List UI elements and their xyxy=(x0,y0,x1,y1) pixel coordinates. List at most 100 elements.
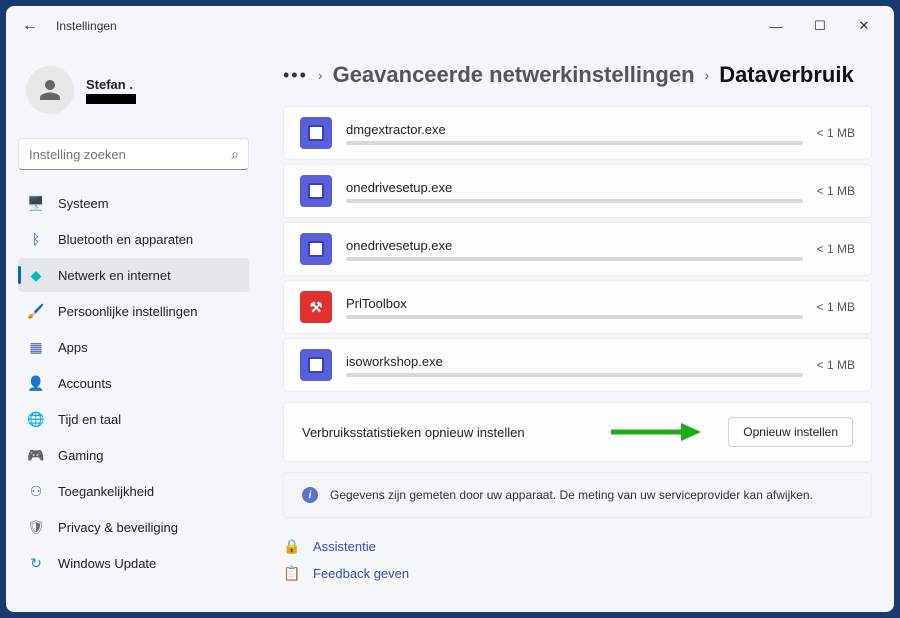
feedback-link[interactable]: 📋 Feedback geven xyxy=(283,565,872,582)
breadcrumb-parent[interactable]: Geavanceerde netwerkinstellingen xyxy=(333,62,695,88)
titlebar: ← Instellingen — ☐ ✕ xyxy=(6,6,894,46)
nav-icon: ◆ xyxy=(28,267,44,283)
nav-label: Toegankelijkheid xyxy=(58,484,154,499)
nav-icon: ⚇ xyxy=(28,483,44,499)
nav-icon: 🖌️ xyxy=(28,303,44,319)
avatar xyxy=(26,66,74,114)
nav-label: Windows Update xyxy=(58,556,156,571)
app-row[interactable]: onedrivesetup.exe < 1 MB xyxy=(283,222,872,276)
nav-label: Bluetooth en apparaten xyxy=(58,232,193,247)
nav-icon: ▦ xyxy=(28,339,44,355)
app-name: dmgextractor.exe xyxy=(346,122,803,137)
nav-icon: 🛡 xyxy=(28,519,44,535)
app-usage-bar xyxy=(346,373,803,377)
person-icon xyxy=(35,75,65,105)
nav-label: Apps xyxy=(58,340,88,355)
nav-icon: ↻ xyxy=(28,555,44,571)
minimize-button[interactable]: — xyxy=(754,10,798,42)
app-row[interactable]: onedrivesetup.exe < 1 MB xyxy=(283,164,872,218)
feedback-icon: 📋 xyxy=(283,565,299,582)
app-usage-bar xyxy=(346,199,803,203)
nav-label: Netwerk en internet xyxy=(58,268,171,283)
nav-label: Persoonlijke instellingen xyxy=(58,304,197,319)
app-icon: ⚒ xyxy=(300,291,332,323)
nav-label: Gaming xyxy=(58,448,104,463)
app-usage-bar xyxy=(346,257,803,261)
app-usage-bar xyxy=(346,315,803,319)
reset-label: Verbruiksstatistieken opnieuw instellen xyxy=(302,425,525,440)
breadcrumb-more[interactable]: ••• xyxy=(283,65,308,86)
app-usage-bar xyxy=(346,141,803,145)
app-size: < 1 MB xyxy=(817,300,855,314)
app-info: PrlToolbox xyxy=(346,296,803,319)
sidebar: Stefan . ⌕ 🖥️ Systeem ᛒ Bluetooth en appara… xyxy=(6,46,261,612)
nav-label: Privacy & beveiliging xyxy=(58,520,178,535)
window-controls: — ☐ ✕ xyxy=(754,10,886,42)
app-info: isoworkshop.exe xyxy=(346,354,803,377)
sidebar-item-7[interactable]: 🎮 Gaming xyxy=(18,438,249,472)
help-link[interactable]: 🔒 Assistentie xyxy=(283,538,872,555)
nav-label: Tijd en taal xyxy=(58,412,121,427)
settings-window: ← Instellingen — ☐ ✕ Stefan . ⌕ 🖥️ xyxy=(6,6,894,612)
feedback-label: Feedback geven xyxy=(313,566,409,581)
search-box: ⌕ xyxy=(18,138,249,170)
sidebar-item-4[interactable]: ▦ Apps xyxy=(18,330,249,364)
app-row[interactable]: ⚒ PrlToolbox < 1 MB xyxy=(283,280,872,334)
app-name: onedrivesetup.exe xyxy=(346,238,803,253)
nav-label: Systeem xyxy=(58,196,109,211)
app-info: dmgextractor.exe xyxy=(346,122,803,145)
app-row[interactable]: dmgextractor.exe < 1 MB xyxy=(283,106,872,160)
sidebar-item-10[interactable]: ↻ Windows Update xyxy=(18,546,249,580)
sidebar-item-9[interactable]: 🛡 Privacy & beveiliging xyxy=(18,510,249,544)
reset-stats-row: Verbruiksstatistieken opnieuw instellen … xyxy=(283,402,872,462)
app-size: < 1 MB xyxy=(817,184,855,198)
app-size: < 1 MB xyxy=(817,358,855,372)
help-icon: 🔒 xyxy=(283,538,299,555)
app-row[interactable]: isoworkshop.exe < 1 MB xyxy=(283,338,872,392)
app-info: onedrivesetup.exe xyxy=(346,180,803,203)
sidebar-item-3[interactable]: 🖌️ Persoonlijke instellingen xyxy=(18,294,249,328)
sidebar-nav: 🖥️ Systeem ᛒ Bluetooth en apparaten ◆ Netwerk… xyxy=(18,186,249,580)
sidebar-item-2[interactable]: ◆ Netwerk en internet xyxy=(18,258,249,292)
profile[interactable]: Stefan . xyxy=(18,54,249,134)
info-banner: i Gegevens zijn gemeten door uw apparaat… xyxy=(283,472,872,518)
app-name: isoworkshop.exe xyxy=(346,354,803,369)
nav-icon: ᛒ xyxy=(28,231,44,247)
nav-icon: 🖥️ xyxy=(28,195,44,211)
footer-links: 🔒 Assistentie 📋 Feedback geven xyxy=(283,538,872,582)
sidebar-item-0[interactable]: 🖥️ Systeem xyxy=(18,186,249,220)
app-icon xyxy=(300,117,332,149)
app-size: < 1 MB xyxy=(817,126,855,140)
arrow-annotation xyxy=(611,420,701,444)
info-text: Gegevens zijn gemeten door uw apparaat. … xyxy=(330,488,813,502)
back-button[interactable]: ← xyxy=(14,10,46,42)
reset-button[interactable]: Opnieuw instellen xyxy=(728,417,853,447)
chevron-right-icon: › xyxy=(705,67,710,83)
app-icon xyxy=(300,349,332,381)
maximize-button[interactable]: ☐ xyxy=(798,10,842,42)
sidebar-item-5[interactable]: 👤 Accounts xyxy=(18,366,249,400)
nav-icon: 👤 xyxy=(28,375,44,391)
app-name: onedrivesetup.exe xyxy=(346,180,803,195)
app-usage-list: dmgextractor.exe < 1 MB onedrivesetup.ex… xyxy=(283,106,872,392)
app-icon xyxy=(300,175,332,207)
profile-info: Stefan . xyxy=(86,77,136,104)
app-icon xyxy=(300,233,332,265)
app-info: onedrivesetup.exe xyxy=(346,238,803,261)
nav-icon: 🌐 xyxy=(28,411,44,427)
sidebar-item-8[interactable]: ⚇ Toegankelijkheid xyxy=(18,474,249,508)
search-icon: ⌕ xyxy=(231,146,239,163)
breadcrumb: ••• › Geavanceerde netwerkinstellingen ›… xyxy=(283,62,872,88)
nav-label: Accounts xyxy=(58,376,111,391)
app-size: < 1 MB xyxy=(817,242,855,256)
app-name: PrlToolbox xyxy=(346,296,803,311)
help-label: Assistentie xyxy=(313,539,376,554)
sidebar-item-1[interactable]: ᛒ Bluetooth en apparaten xyxy=(18,222,249,256)
breadcrumb-current: Dataverbruik xyxy=(719,62,854,88)
search-input[interactable] xyxy=(18,138,249,170)
nav-icon: 🎮 xyxy=(28,447,44,463)
window-title: Instellingen xyxy=(56,19,117,33)
sidebar-item-6[interactable]: 🌐 Tijd en taal xyxy=(18,402,249,436)
main-content: ••• › Geavanceerde netwerkinstellingen ›… xyxy=(261,46,894,612)
close-button[interactable]: ✕ xyxy=(842,10,886,42)
